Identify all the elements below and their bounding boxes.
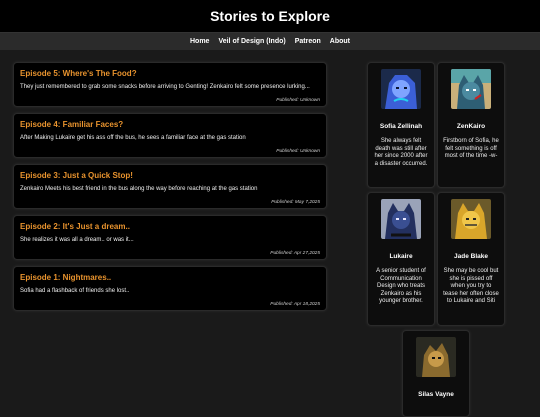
nav-home-link[interactable]: Home [190,38,209,45]
character-description: She may be cool but she is pissed off wh… [443,268,499,304]
nav-veil-of-design-link[interactable]: Veil of Design (Indo) [218,38,285,45]
character-avatar-art [381,199,421,239]
episode-title[interactable]: Episode 5: Where's The Food? [20,69,320,79]
character-card-silas[interactable]: Silas Vayne [402,330,470,417]
character-name: Lukaire [389,253,413,260]
episode-published: Published: May 7,2025 [271,200,320,205]
character-name: Silas Vayne [418,391,454,398]
episode-card-2[interactable]: Episode 2: It's Just a dream.. She reali… [13,215,327,260]
episode-title[interactable]: Episode 2: It's Just a dream.. [20,222,320,232]
nav-bar: Home Veil of Design (Indo) Patreon About [0,32,540,50]
character-card-sofia[interactable]: Sofia Zellinah She always felt death was… [367,62,435,188]
character-name: Jade Blake [454,253,488,260]
episode-card-1[interactable]: Episode 1: Nightmares.. Sofia had a flas… [13,266,327,311]
character-avatar-art [451,199,491,239]
nav-about-link[interactable]: About [330,38,350,45]
episode-description: After Making Lukaire get his ass off the… [20,135,246,141]
character-avatar [451,69,491,109]
character-avatar [381,69,421,109]
episode-description: Sofia had a flashback of friends she los… [20,288,130,294]
episode-list: Episode 5: Where's The Food? They just r… [13,62,327,317]
site-title: Stories to Explore [210,8,330,24]
character-name: ZenKairo [456,123,486,130]
character-avatar [416,337,456,377]
character-card-zenkairo[interactable]: ZenKairo Firstborn of Sofia, he felt som… [437,62,505,188]
character-card-lukaire[interactable]: Lukaire A senior student of Communicatio… [367,192,435,326]
episode-title[interactable]: Episode 4: Familiar Faces? [20,120,320,130]
episode-card-4[interactable]: Episode 4: Familiar Faces? After Making … [13,113,327,158]
site-header: Stories to Explore [0,0,540,32]
episode-description: Zenkairo Meets his best friend in the bu… [20,186,258,192]
episode-card-5[interactable]: Episode 5: Where's The Food? They just r… [13,62,327,107]
character-name: Sofia Zellinah [379,123,423,130]
episode-published: Published: Unknown [276,98,320,103]
episode-published: Published: Unknown [276,149,320,154]
episode-published: Published: Apr 27,2025 [270,251,320,256]
episode-description: They just remembered to grab some snacks… [20,84,310,90]
episode-title[interactable]: Episode 3: Just a Quick Stop! [20,171,320,181]
nav-patreon-link[interactable]: Patreon [295,38,321,45]
character-avatar-art [381,69,421,109]
episode-description: She realizes it was all a dream.. or was… [20,237,134,243]
character-description: She always felt death was still after he… [374,138,428,167]
character-card-jade[interactable]: Jade Blake She may be cool but she is pi… [437,192,505,326]
episode-card-3[interactable]: Episode 3: Just a Quick Stop! Zenkairo M… [13,164,327,209]
character-avatar-art [416,337,456,377]
character-avatar-art [451,69,491,109]
character-avatar [381,199,421,239]
episode-published: Published: Apr 18,2025 [270,302,320,307]
character-description: A senior student of Communication Design… [376,268,426,304]
character-description: Firstborn of Sofia, he felt something is… [443,138,499,159]
character-avatar [451,199,491,239]
episode-title[interactable]: Episode 1: Nightmares.. [20,273,320,283]
